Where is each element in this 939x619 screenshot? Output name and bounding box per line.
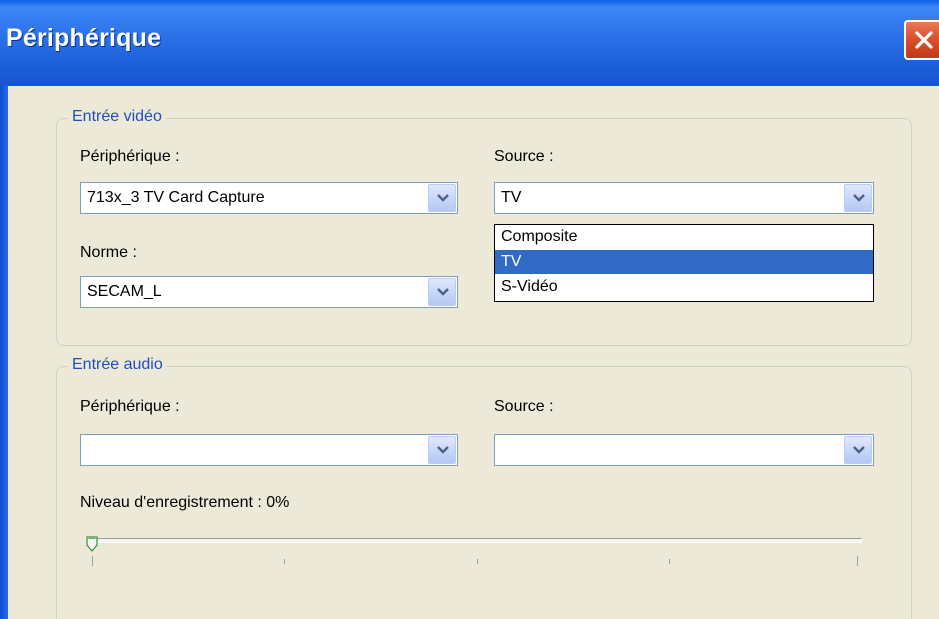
slider-tick [669,559,670,564]
window-title: Périphérique [6,24,162,52]
norm-select[interactable]: SECAM_L [80,276,458,308]
audio-source-dropdown-button[interactable] [844,436,872,464]
slider-tick [284,559,285,564]
slider-tick [477,559,478,564]
title-bar[interactable]: Périphérique [0,0,939,86]
video-source-select[interactable]: TV [494,182,874,214]
slider-tick [92,556,93,566]
dropdown-option[interactable]: S-Vidéo [495,275,873,299]
slider-thumb-icon[interactable] [86,536,98,552]
chevron-down-icon [853,446,865,454]
video-source-options-list: Composite TV S-Vidéo [494,224,874,302]
chevron-down-icon [437,194,449,202]
dropdown-option[interactable]: Composite [495,225,873,249]
video-source-value: TV [501,189,522,206]
audio-device-select[interactable] [80,434,458,466]
video-device-value: 713x_3 TV Card Capture [87,189,265,206]
video-source-label: Source : [494,148,554,165]
chevron-down-icon [853,194,865,202]
chevron-down-icon [437,288,449,296]
window-left-border [0,86,8,619]
audio-source-select[interactable] [494,434,874,466]
close-button[interactable] [904,20,939,60]
audio-device-label: Périphérique : [80,398,180,415]
video-input-legend: Entrée vidéo [68,108,166,126]
dropdown-option[interactable]: TV [495,250,873,274]
recording-level-slider[interactable] [88,538,862,543]
close-icon [915,31,933,49]
norm-label: Norme : [80,244,137,261]
audio-device-dropdown-button[interactable] [428,436,456,464]
audio-input-legend: Entrée audio [68,356,167,374]
chevron-down-icon [437,446,449,454]
video-device-select[interactable]: 713x_3 TV Card Capture [80,182,458,214]
audio-input-group [56,366,912,619]
video-device-label: Périphérique : [80,148,180,165]
slider-tick [857,556,858,566]
video-source-dropdown-button[interactable] [844,184,872,212]
audio-source-label: Source : [494,398,554,415]
norm-value: SECAM_L [87,283,162,300]
recording-level-label: Niveau d'enregistrement : 0% [80,494,290,511]
video-device-dropdown-button[interactable] [428,184,456,212]
norm-dropdown-button[interactable] [428,278,456,306]
device-dialog: Périphérique Entrée vidéo Périphérique :… [0,0,939,619]
